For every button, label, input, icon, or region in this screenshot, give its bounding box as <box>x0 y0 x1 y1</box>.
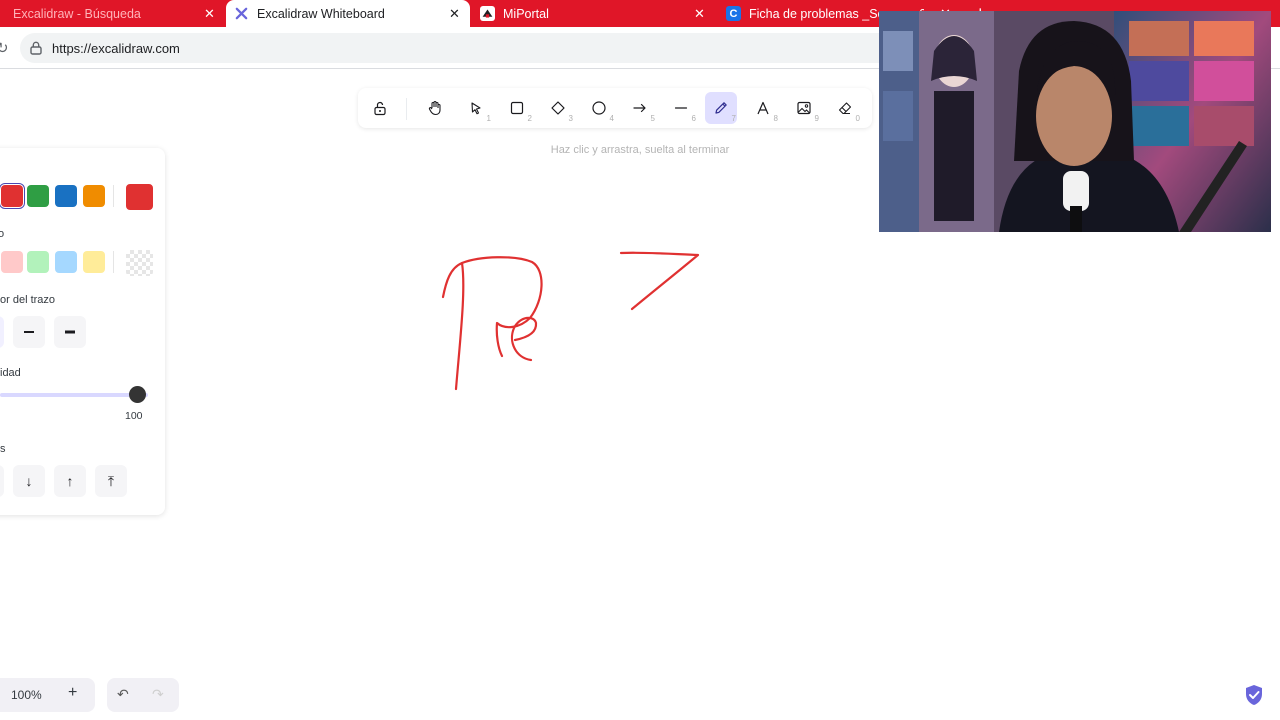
pointer-icon <box>471 102 481 115</box>
swatch-divider <box>113 251 114 273</box>
lock-open-icon <box>374 101 386 116</box>
send-backward-button[interactable]: ↓ <box>13 465 45 497</box>
stroke-extra-bold-icon <box>65 330 75 334</box>
image-tool-button[interactable]: 9 <box>788 92 820 124</box>
stroke-seven <box>619 251 700 311</box>
eraser-icon <box>838 102 852 115</box>
stroke-letter-p-stem <box>441 261 465 391</box>
stroke-width-label: or del trazo <box>0 294 56 306</box>
stroke-color-green[interactable] <box>27 185 49 207</box>
eraser-tool-button[interactable]: 0 <box>829 92 861 124</box>
hand-tool-button[interactable] <box>419 92 451 124</box>
opacity-slider-thumb[interactable] <box>129 386 146 403</box>
stroke-bold-icon <box>24 331 34 333</box>
stroke-color-blue[interactable] <box>55 185 77 207</box>
lock-tool-button[interactable] <box>364 92 396 124</box>
rectangle-tool-button[interactable]: 2 <box>501 92 533 124</box>
background-color-light-yellow[interactable] <box>83 251 105 273</box>
shortcut-key: 7 <box>731 114 736 123</box>
arrow-up-icon: ↑ <box>66 473 74 489</box>
undo-redo-controls: ↶ ↷ <box>107 678 179 712</box>
undo-button[interactable]: ↶ <box>117 686 129 703</box>
shortcut-key: 2 <box>527 114 532 123</box>
ellipse-icon <box>592 101 606 115</box>
shortcut-key: 1 <box>486 114 491 123</box>
shortcut-key: 6 <box>691 114 696 123</box>
shield-check-icon[interactable] <box>1244 684 1264 706</box>
stroke-letter-p-bowl <box>460 256 543 358</box>
redo-button[interactable]: ↷ <box>152 686 164 703</box>
background-color-pink[interactable] <box>1 251 23 273</box>
text-tool-button[interactable]: 8 <box>747 92 779 124</box>
ellipse-tool-button[interactable]: 4 <box>583 92 615 124</box>
tool-hint-text: Haz clic y arrastra, suelta al terminar <box>550 144 730 156</box>
stroke-letter-e <box>510 316 538 362</box>
current-stroke-color[interactable] <box>126 184 153 210</box>
line-tool-button[interactable]: 6 <box>665 92 697 124</box>
shortcut-key: 3 <box>568 114 573 123</box>
hand-icon <box>428 100 441 116</box>
arrow-tool-button[interactable]: 5 <box>624 92 656 124</box>
arrow-right-icon <box>633 103 646 113</box>
shortcut-key: 4 <box>609 114 614 123</box>
pencil-icon <box>715 102 727 114</box>
zoom-controls: 100% + <box>0 678 95 712</box>
draw-tool-button[interactable]: 7 <box>705 92 737 124</box>
opacity-value: 100 <box>125 410 143 422</box>
shortcut-key: 0 <box>855 114 860 123</box>
stroke-color-red[interactable] <box>0 183 25 209</box>
shortcut-key: 5 <box>650 114 655 123</box>
image-icon <box>797 101 811 115</box>
stroke-width-extra-bold-button[interactable] <box>54 316 86 348</box>
swatch-divider <box>113 185 114 207</box>
bring-to-front-button[interactable]: ⤒ <box>95 465 127 497</box>
background-label: o <box>0 228 5 240</box>
layers-label: s <box>0 443 6 455</box>
background-color-light-blue[interactable] <box>55 251 77 273</box>
webcam-overlay <box>879 11 1271 232</box>
bring-forward-button[interactable]: ↑ <box>54 465 86 497</box>
background-transparent-swatch[interactable] <box>126 250 153 276</box>
opacity-slider-track[interactable] <box>0 393 148 397</box>
excalidraw-toolbar: 1 2 3 4 5 6 7 8 9 0 <box>358 88 872 128</box>
zoom-in-button[interactable]: + <box>68 684 77 702</box>
diamond-tool-button[interactable]: 3 <box>542 92 574 124</box>
stroke-width-thin-button[interactable] <box>0 316 4 348</box>
zoom-level[interactable]: 100% <box>11 688 42 702</box>
webcam-person-image <box>879 11 1271 232</box>
background-color-light-green[interactable] <box>27 251 49 273</box>
properties-panel: o or del trazo idad 100 s ↓ ↑ ⤒ <box>0 148 165 515</box>
line-icon <box>674 107 688 109</box>
selection-tool-button[interactable]: 1 <box>460 92 492 124</box>
toolbar-divider <box>406 98 407 120</box>
stroke-width-bold-button[interactable] <box>13 316 45 348</box>
send-to-back-button[interactable] <box>0 465 4 497</box>
text-icon <box>757 101 769 115</box>
shortcut-key: 9 <box>814 114 819 123</box>
arrow-to-top-icon: ⤒ <box>107 472 115 489</box>
opacity-label: idad <box>0 367 21 379</box>
arrow-down-icon: ↓ <box>25 473 33 489</box>
stroke-color-orange[interactable] <box>83 185 105 207</box>
rectangle-icon <box>510 101 524 115</box>
diamond-icon <box>551 101 565 115</box>
shortcut-key: 8 <box>773 114 778 123</box>
